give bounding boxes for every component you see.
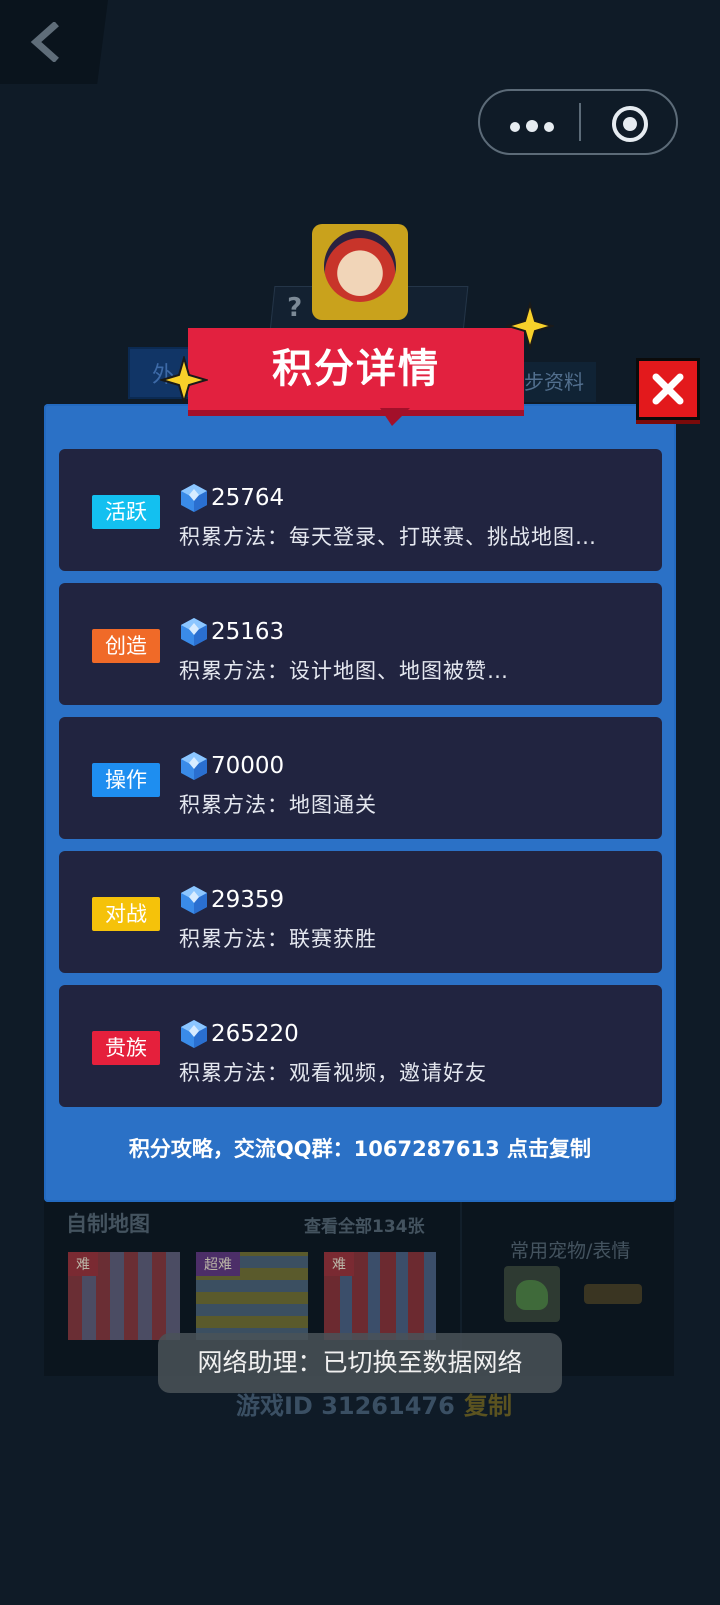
- points-value: 70000: [211, 753, 285, 779]
- difficulty-tag: 难: [324, 1252, 354, 1276]
- points-card: 创造 25163 积累方法：设计地图、地图被赞…: [59, 583, 662, 705]
- qq-group-copy-link[interactable]: 积分攻略，交流QQ群：1067287613 点击复制: [44, 1133, 676, 1163]
- points-value: 265220: [211, 1021, 299, 1047]
- accumulate-method: 积累方法：每天登录、打联赛、挑战地图…: [179, 525, 597, 549]
- ribbon-tail: [380, 408, 410, 426]
- chevron-left-icon: [30, 22, 59, 62]
- points-card: 操作 70000 积累方法：地图通关: [59, 717, 662, 839]
- maps-label: 自制地图: [66, 1212, 150, 1236]
- modal-title: 积分详情: [188, 328, 524, 410]
- pets-label: 常用宠物/表情: [510, 1240, 631, 1262]
- points-card: 对战 29359 积累方法：联赛获胜: [59, 851, 662, 973]
- category-tag: 活跃: [92, 495, 160, 529]
- crystal-gem-icon: [181, 484, 207, 512]
- crystal-gem-icon: [181, 886, 207, 914]
- points-value: 29359: [211, 887, 285, 913]
- crystal-gem-icon: [181, 1020, 207, 1048]
- points-value: 25163: [211, 619, 285, 645]
- points-value: 25764: [211, 485, 285, 511]
- view-all-link[interactable]: 查看全部134张: [304, 1212, 425, 1237]
- capsule-divider: [579, 103, 581, 141]
- profile-tab-right[interactable]: 步资料: [516, 362, 596, 402]
- star-icon: [506, 302, 554, 350]
- crystal-gem-icon: [181, 618, 207, 646]
- difficulty-tag: 超难: [196, 1252, 240, 1276]
- crystal-gem-icon: [181, 752, 207, 780]
- question-mark: ?: [287, 293, 303, 323]
- pet-dinosaur-icon[interactable]: [504, 1266, 560, 1322]
- difficulty-tag: 难: [68, 1252, 98, 1276]
- accumulate-method: 积累方法：联赛获胜: [179, 927, 377, 951]
- category-tag: 操作: [92, 763, 160, 797]
- map-thumbnail[interactable]: 难: [324, 1252, 436, 1340]
- accumulate-method: 积累方法：设计地图、地图被赞…: [179, 659, 509, 683]
- network-toast: 网络助理：已切换至数据网络: [158, 1333, 562, 1393]
- close-x-icon: [652, 373, 684, 405]
- accumulate-method: 积累方法：地图通关: [179, 793, 377, 817]
- more-dots-icon[interactable]: [510, 117, 562, 132]
- star-icon: [160, 356, 208, 404]
- category-tag: 对战: [92, 897, 160, 931]
- accumulate-method: 积累方法：观看视频，邀请好友: [179, 1061, 487, 1085]
- map-thumbnail[interactable]: 难: [68, 1252, 180, 1340]
- target-circle-icon[interactable]: [612, 106, 648, 142]
- emoji-chip[interactable]: [584, 1284, 642, 1304]
- category-tag: 创造: [92, 629, 160, 663]
- avatar[interactable]: [312, 224, 408, 320]
- back-button[interactable]: [0, 0, 108, 84]
- mini-program-capsule: [478, 89, 678, 155]
- close-button[interactable]: [636, 358, 700, 420]
- points-card: 活跃 25764 积累方法：每天登录、打联赛、挑战地图…: [59, 449, 662, 571]
- category-tag: 贵族: [92, 1031, 160, 1065]
- map-thumbnail[interactable]: 超难: [196, 1252, 308, 1340]
- points-card: 贵族 265220 积累方法：观看视频，邀请好友: [59, 985, 662, 1107]
